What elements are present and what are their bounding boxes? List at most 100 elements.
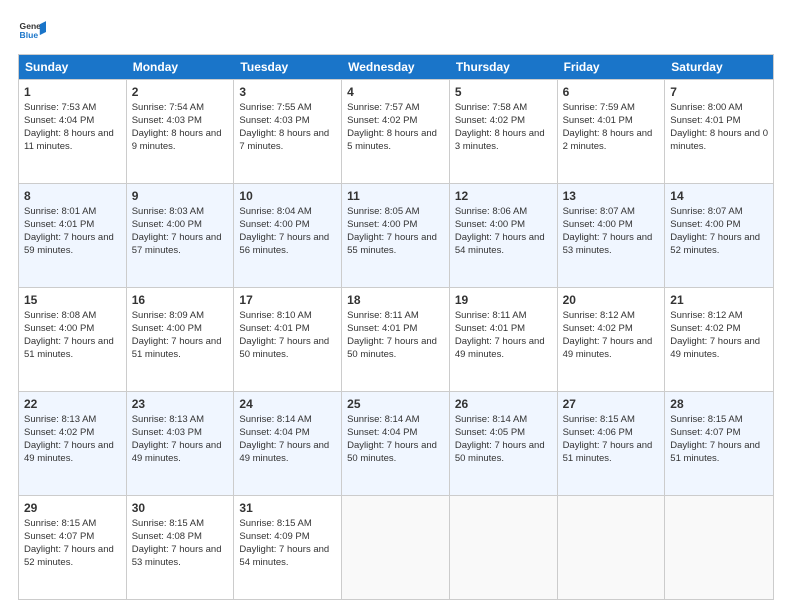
day-number: 26 xyxy=(455,396,552,412)
day-number: 15 xyxy=(24,292,121,308)
day-number: 14 xyxy=(670,188,768,204)
day-cell: 6Sunrise: 7:59 AMSunset: 4:01 PMDaylight… xyxy=(558,80,666,183)
day-cell: 26 Sunrise: 8:14 AMSunset: 4:05 PMDayligh… xyxy=(450,392,558,495)
day-cell: 29 Sunrise: 8:15 AMSunset: 4:07 PMDayligh… xyxy=(19,496,127,599)
day-info: Sunrise: 8:07 AMSunset: 4:00 PMDaylight:… xyxy=(563,206,660,257)
day-info: Sunrise: 8:11 AMSunset: 4:01 PMDaylight:… xyxy=(347,310,444,361)
day-info: Sunrise: 8:10 AMSunset: 4:01 PMDaylight:… xyxy=(239,310,336,361)
day-info: Sunrise: 8:06 AMSunset: 4:00 PMDaylight:… xyxy=(455,206,552,257)
day-number: 21 xyxy=(670,292,768,308)
day-info: Sunrise: 8:15 AMSunset: 4:06 PMDaylight:… xyxy=(563,414,660,465)
day-info: Sunrise: 8:15 AMSunset: 4:09 PMDaylight:… xyxy=(239,518,336,569)
calendar-row: 29 Sunrise: 8:15 AMSunset: 4:07 PMDayligh… xyxy=(19,495,773,599)
day-number: 29 xyxy=(24,500,121,516)
day-number: 25 xyxy=(347,396,444,412)
day-info: Sunrise: 7:59 AMSunset: 4:01 PMDaylight:… xyxy=(563,102,660,153)
day-number: 31 xyxy=(239,500,336,516)
logo-icon: General Blue xyxy=(18,18,46,46)
day-cell: 16 Sunrise: 8:09 AMSunset: 4:00 PMDayligh… xyxy=(127,288,235,391)
header-day: Wednesday xyxy=(342,55,450,79)
day-cell: 13 Sunrise: 8:07 AMSunset: 4:00 PMDayligh… xyxy=(558,184,666,287)
header-day: Thursday xyxy=(450,55,558,79)
day-cell: 20 Sunrise: 8:12 AMSunset: 4:02 PMDayligh… xyxy=(558,288,666,391)
day-number: 11 xyxy=(347,188,444,204)
calendar: SundayMondayTuesdayWednesdayThursdayFrid… xyxy=(18,54,774,600)
day-cell: 4 Sunrise: 7:57 AMSunset: 4:02 PMDaylight… xyxy=(342,80,450,183)
day-cell: 27 Sunrise: 8:15 AMSunset: 4:06 PMDayligh… xyxy=(558,392,666,495)
svg-text:Blue: Blue xyxy=(20,30,39,40)
day-cell: 23 Sunrise: 8:13 AMSunset: 4:03 PMDayligh… xyxy=(127,392,235,495)
day-info: Sunrise: 8:08 AMSunset: 4:00 PMDaylight:… xyxy=(24,310,121,361)
header-day: Sunday xyxy=(19,55,127,79)
page: General Blue SundayMondayTuesdayWednesda… xyxy=(0,0,792,612)
day-info: Sunrise: 8:12 AMSunset: 4:02 PMDaylight:… xyxy=(670,310,768,361)
empty-cell xyxy=(558,496,666,599)
day-cell: 31 Sunrise: 8:15 AMSunset: 4:09 PMDayligh… xyxy=(234,496,342,599)
day-number: 17 xyxy=(239,292,336,308)
day-number: 18 xyxy=(347,292,444,308)
day-cell: 5 Sunrise: 7:58 AMSunset: 4:02 PMDaylight… xyxy=(450,80,558,183)
day-info: Sunrise: 8:01 AMSunset: 4:01 PMDaylight:… xyxy=(24,206,121,257)
day-number: 16 xyxy=(132,292,229,308)
day-info: Sunrise: 8:12 AMSunset: 4:02 PMDaylight:… xyxy=(563,310,660,361)
day-info: Sunrise: 7:57 AMSunset: 4:02 PMDaylight:… xyxy=(347,102,444,153)
day-number: 7 xyxy=(670,84,768,100)
header-day: Tuesday xyxy=(234,55,342,79)
logo: General Blue xyxy=(18,18,46,46)
day-number: 20 xyxy=(563,292,660,308)
calendar-row: 15 Sunrise: 8:08 AMSunset: 4:00 PMDayligh… xyxy=(19,287,773,391)
day-cell: 17 Sunrise: 8:10 AMSunset: 4:01 PMDayligh… xyxy=(234,288,342,391)
day-number: 24 xyxy=(239,396,336,412)
day-info: Sunrise: 7:58 AMSunset: 4:02 PMDaylight:… xyxy=(455,102,552,153)
day-number: 30 xyxy=(132,500,229,516)
calendar-row: 8 Sunrise: 8:01 AMSunset: 4:01 PMDaylight… xyxy=(19,183,773,287)
day-cell: 24 Sunrise: 8:14 AMSunset: 4:04 PMDayligh… xyxy=(234,392,342,495)
day-cell: 3 Sunrise: 7:55 AMSunset: 4:03 PMDaylight… xyxy=(234,80,342,183)
day-info: Sunrise: 8:05 AMSunset: 4:00 PMDaylight:… xyxy=(347,206,444,257)
day-cell: 1Sunrise: 7:53 AMSunset: 4:04 PMDaylight… xyxy=(19,80,127,183)
day-info: Sunrise: 7:55 AMSunset: 4:03 PMDaylight:… xyxy=(239,102,336,153)
day-cell: 19Sunrise: 8:11 AMSunset: 4:01 PMDayligh… xyxy=(450,288,558,391)
day-cell: 25Sunrise: 8:14 AMSunset: 4:04 PMDayligh… xyxy=(342,392,450,495)
day-number: 8 xyxy=(24,188,121,204)
calendar-body: 1Sunrise: 7:53 AMSunset: 4:04 PMDaylight… xyxy=(19,79,773,599)
day-cell: 18 Sunrise: 8:11 AMSunset: 4:01 PMDayligh… xyxy=(342,288,450,391)
empty-cell xyxy=(665,496,773,599)
day-number: 2 xyxy=(132,84,229,100)
day-number: 28 xyxy=(670,396,768,412)
empty-cell xyxy=(450,496,558,599)
empty-cell xyxy=(342,496,450,599)
day-number: 3 xyxy=(239,84,336,100)
day-info: Sunrise: 8:15 AMSunset: 4:07 PMDaylight:… xyxy=(670,414,768,465)
day-info: Sunrise: 8:13 AMSunset: 4:03 PMDaylight:… xyxy=(132,414,229,465)
day-info: Sunrise: 8:14 AMSunset: 4:05 PMDaylight:… xyxy=(455,414,552,465)
day-info: Sunrise: 8:09 AMSunset: 4:00 PMDaylight:… xyxy=(132,310,229,361)
day-number: 5 xyxy=(455,84,552,100)
day-number: 4 xyxy=(347,84,444,100)
header-day: Friday xyxy=(558,55,666,79)
calendar-row: 1Sunrise: 7:53 AMSunset: 4:04 PMDaylight… xyxy=(19,79,773,183)
day-number: 23 xyxy=(132,396,229,412)
day-cell: 21 Sunrise: 8:12 AMSunset: 4:02 PMDayligh… xyxy=(665,288,773,391)
day-number: 9 xyxy=(132,188,229,204)
day-cell: 7Sunrise: 8:00 AMSunset: 4:01 PMDaylight… xyxy=(665,80,773,183)
day-cell: 14Sunrise: 8:07 AMSunset: 4:00 PMDayligh… xyxy=(665,184,773,287)
day-info: Sunrise: 8:15 AMSunset: 4:08 PMDaylight:… xyxy=(132,518,229,569)
day-info: Sunrise: 8:14 AMSunset: 4:04 PMDaylight:… xyxy=(239,414,336,465)
day-info: Sunrise: 8:15 AMSunset: 4:07 PMDaylight:… xyxy=(24,518,121,569)
day-number: 1 xyxy=(24,84,121,100)
day-number: 13 xyxy=(563,188,660,204)
day-cell: 11 Sunrise: 8:05 AMSunset: 4:00 PMDayligh… xyxy=(342,184,450,287)
day-number: 12 xyxy=(455,188,552,204)
calendar-header: SundayMondayTuesdayWednesdayThursdayFrid… xyxy=(19,55,773,79)
day-info: Sunrise: 8:04 AMSunset: 4:00 PMDaylight:… xyxy=(239,206,336,257)
day-cell: 15 Sunrise: 8:08 AMSunset: 4:00 PMDayligh… xyxy=(19,288,127,391)
day-cell: 9 Sunrise: 8:03 AMSunset: 4:00 PMDaylight… xyxy=(127,184,235,287)
day-info: Sunrise: 8:03 AMSunset: 4:00 PMDaylight:… xyxy=(132,206,229,257)
day-cell: 8 Sunrise: 8:01 AMSunset: 4:01 PMDaylight… xyxy=(19,184,127,287)
header: General Blue xyxy=(18,18,774,46)
day-number: 27 xyxy=(563,396,660,412)
day-info: Sunrise: 8:13 AMSunset: 4:02 PMDaylight:… xyxy=(24,414,121,465)
calendar-row: 22 Sunrise: 8:13 AMSunset: 4:02 PMDayligh… xyxy=(19,391,773,495)
day-number: 22 xyxy=(24,396,121,412)
